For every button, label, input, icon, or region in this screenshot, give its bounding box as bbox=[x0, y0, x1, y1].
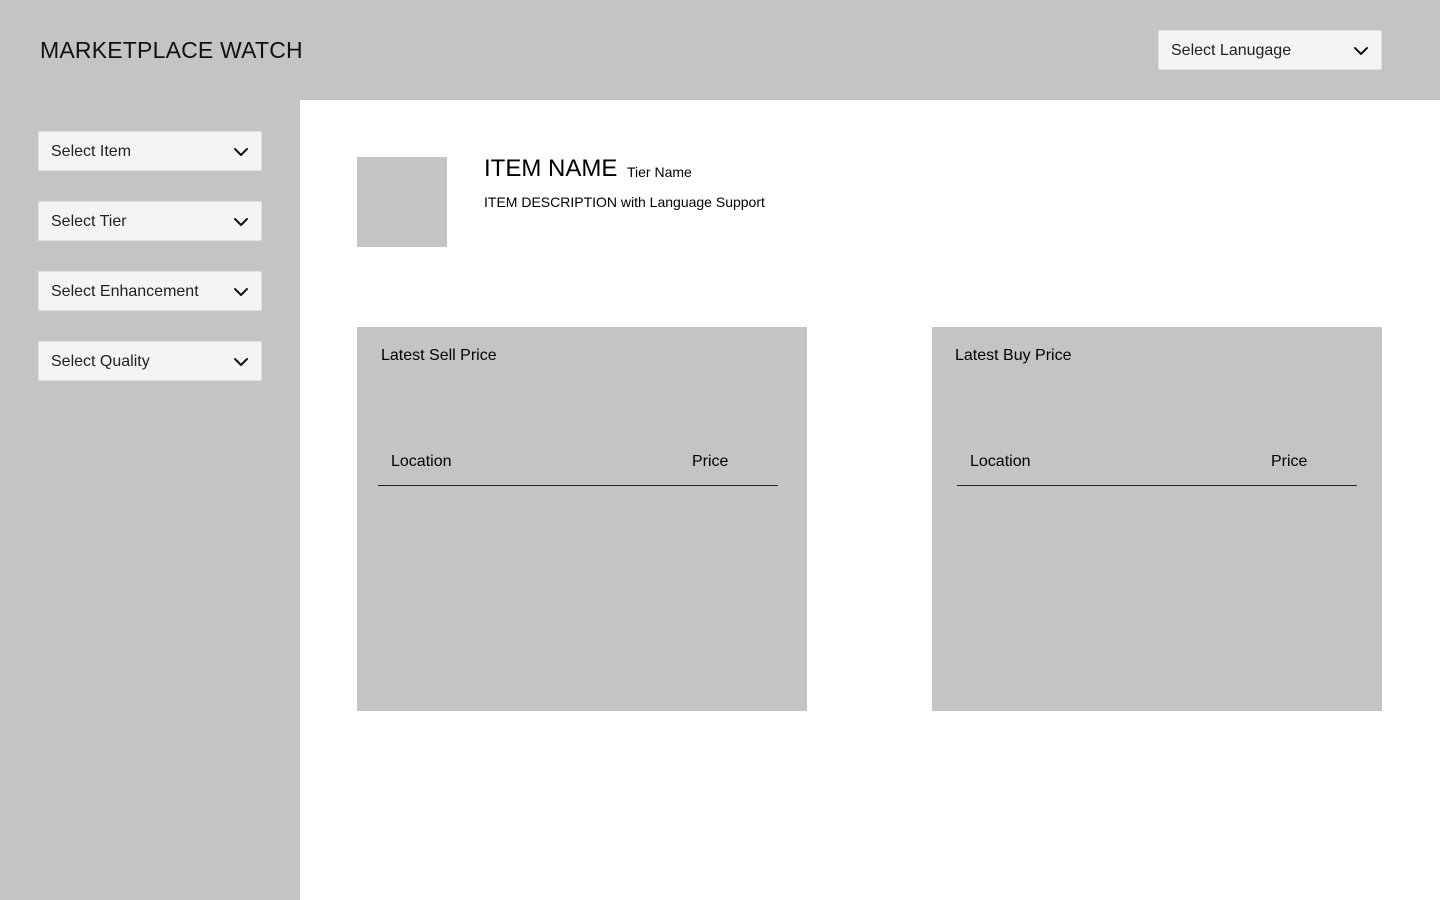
sell-panel-title: Latest Sell Price bbox=[381, 347, 497, 364]
app-header: MARKETPLACE WATCH Select Lanugage bbox=[0, 0, 1440, 100]
chevron-down-icon bbox=[234, 358, 248, 366]
item-description: ITEM DESCRIPTION with Language Support bbox=[484, 194, 765, 210]
app-title: MARKETPLACE WATCH bbox=[40, 37, 303, 63]
sell-table-header-divider bbox=[378, 485, 778, 486]
sell-price-column-header: Price bbox=[692, 453, 729, 470]
buy-table-header-divider bbox=[957, 485, 1357, 486]
buy-price-column-header: Price bbox=[1271, 453, 1308, 470]
buy-location-column-header: Location bbox=[970, 453, 1031, 470]
item-image-placeholder bbox=[357, 157, 447, 247]
quality-select[interactable]: Select Quality bbox=[38, 341, 262, 381]
buy-price-panel: Latest Buy Price Location Price bbox=[932, 327, 1382, 711]
filter-sidebar: Select Item Select Tier Select Enhanceme… bbox=[0, 100, 300, 900]
buy-panel-title: Latest Buy Price bbox=[955, 347, 1072, 364]
chevron-down-icon bbox=[234, 288, 248, 296]
enhancement-select[interactable]: Select Enhancement bbox=[38, 271, 262, 311]
tier-select[interactable]: Select Tier bbox=[38, 201, 262, 241]
enhancement-select-label: Select Enhancement bbox=[51, 283, 199, 300]
sell-price-panel: Latest Sell Price Location Price bbox=[357, 327, 807, 711]
item-select[interactable]: Select Item bbox=[38, 131, 262, 171]
chevron-down-icon bbox=[234, 148, 248, 156]
language-select[interactable]: Select Lanugage bbox=[1158, 30, 1382, 70]
chevron-down-icon bbox=[234, 218, 248, 226]
sell-location-column-header: Location bbox=[391, 453, 452, 470]
item-select-label: Select Item bbox=[51, 143, 132, 160]
main-content: ITEM NAME Tier Name ITEM DESCRIPTION wit… bbox=[300, 100, 1440, 900]
language-select-label: Select Lanugage bbox=[1171, 42, 1292, 59]
chevron-down-icon bbox=[1354, 47, 1368, 55]
item-name: ITEM NAME bbox=[484, 155, 618, 182]
item-tier-name: Tier Name bbox=[627, 164, 692, 180]
quality-select-label: Select Quality bbox=[51, 353, 150, 370]
tier-select-label: Select Tier bbox=[51, 213, 127, 230]
